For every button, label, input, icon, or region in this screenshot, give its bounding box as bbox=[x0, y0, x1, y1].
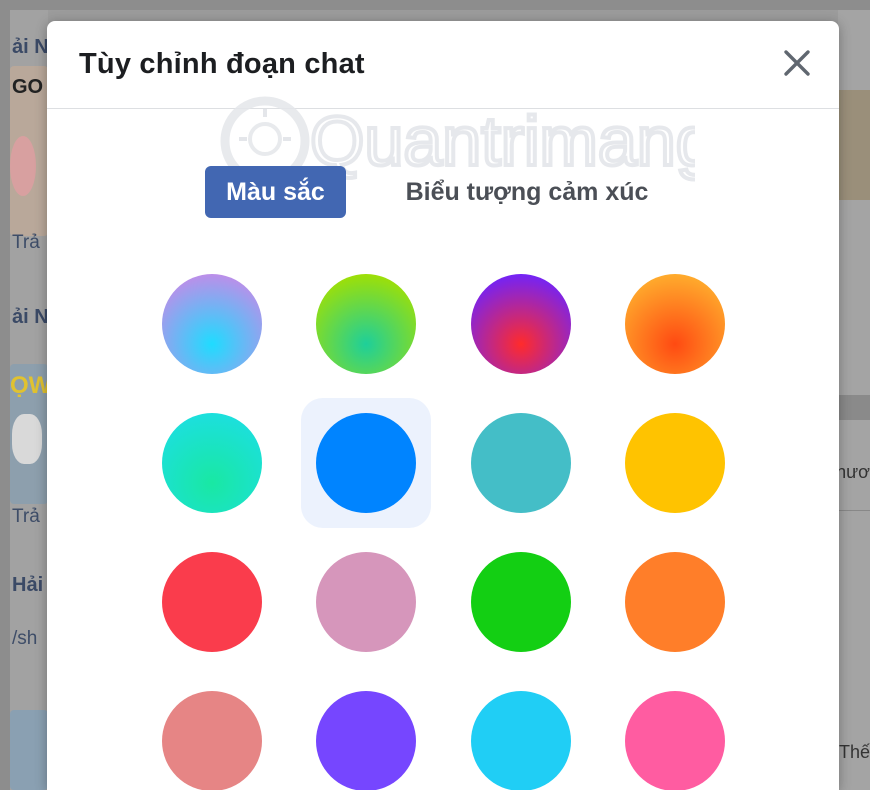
color-swatch-circle bbox=[316, 413, 416, 513]
color-swatch-circle bbox=[471, 413, 571, 513]
color-option-purple-red-gradient[interactable] bbox=[456, 259, 586, 389]
color-option-pink-mauve[interactable] bbox=[301, 537, 431, 667]
background-divider bbox=[838, 395, 870, 420]
background-right-label: hươ bbox=[836, 462, 870, 482]
color-swatch-circle bbox=[162, 274, 262, 374]
background-label: Trả bbox=[12, 232, 40, 253]
color-option-yellow[interactable] bbox=[610, 398, 740, 528]
background-right-label: Thế bbox=[838, 742, 870, 762]
color-swatch-circle bbox=[316, 691, 416, 790]
color-grid bbox=[47, 21, 839, 790]
background-right-image bbox=[838, 90, 870, 200]
background-label: Hải bbox=[12, 574, 44, 596]
color-option-lime-green-gradient[interactable] bbox=[301, 259, 431, 389]
color-swatch-circle bbox=[471, 274, 571, 374]
customize-chat-dialog: Tùy chỉnh đoạn chat Quantrimang Màu sắc … bbox=[47, 21, 839, 790]
color-swatch-circle bbox=[625, 552, 725, 652]
color-option-blue[interactable] bbox=[301, 398, 431, 528]
background-label: Trả bbox=[12, 506, 40, 527]
background-sticker-image: GO bbox=[10, 66, 48, 236]
color-swatch-circle bbox=[625, 274, 725, 374]
color-option-orange[interactable] bbox=[610, 537, 740, 667]
color-swatch-circle bbox=[162, 413, 262, 513]
background-sticker-text: ỌW bbox=[10, 372, 52, 399]
color-swatch-circle bbox=[625, 413, 725, 513]
background-sticker-image: ỌW bbox=[10, 364, 52, 504]
color-swatch-circle bbox=[162, 691, 262, 790]
color-option-orange-red-gradient[interactable] bbox=[610, 259, 740, 389]
color-swatch-circle bbox=[471, 691, 571, 790]
color-option-teal-green-gradient[interactable] bbox=[147, 398, 277, 528]
color-option-lavender-cyan-gradient[interactable] bbox=[147, 259, 277, 389]
color-swatch-circle bbox=[316, 552, 416, 652]
color-option-violet[interactable] bbox=[301, 676, 431, 790]
color-option-teal[interactable] bbox=[456, 398, 586, 528]
background-label: ải N bbox=[12, 36, 49, 58]
background-sticker-image bbox=[10, 710, 48, 790]
background-label: ải N bbox=[12, 306, 49, 328]
color-option-salmon[interactable] bbox=[147, 676, 277, 790]
color-option-green[interactable] bbox=[456, 537, 586, 667]
color-swatch-circle bbox=[162, 552, 262, 652]
background-divider bbox=[838, 510, 870, 511]
color-option-sky-blue[interactable] bbox=[456, 676, 586, 790]
color-swatch-circle bbox=[316, 274, 416, 374]
background-label: /sh bbox=[12, 628, 38, 649]
color-swatch-circle bbox=[471, 552, 571, 652]
color-option-hot-pink[interactable] bbox=[610, 676, 740, 790]
color-option-red[interactable] bbox=[147, 537, 277, 667]
color-swatch-circle bbox=[625, 691, 725, 790]
background-sticker-text: GO bbox=[12, 76, 44, 98]
